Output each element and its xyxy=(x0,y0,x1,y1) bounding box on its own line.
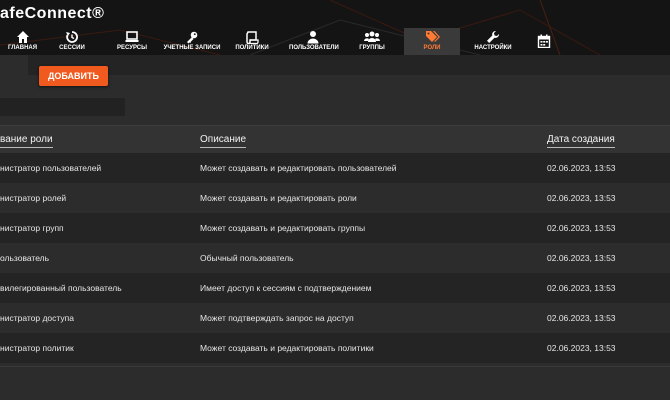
role-name-cell: нистратор групп xyxy=(0,223,64,233)
scroll-icon xyxy=(246,31,259,44)
column-header-description[interactable]: Описание xyxy=(200,134,247,148)
nav-label: роли xyxy=(423,45,441,51)
calendar-icon xyxy=(537,34,551,48)
role-created-cell: 02.06.2023, 13:53 xyxy=(547,343,616,353)
role-description-cell: Может создавать и редактировать роли xyxy=(200,193,357,203)
table-row[interactable]: нистратор пользователей Может создавать … xyxy=(0,153,670,183)
table-row[interactable]: нистратор групп Может создавать и редакт… xyxy=(0,213,670,243)
role-name-cell: нистратор доступа xyxy=(0,313,74,323)
table-row[interactable]: ользователь Обычный пользователь 02.06.2… xyxy=(0,243,670,273)
role-created-cell: 02.06.2023, 13:53 xyxy=(547,283,616,293)
key-icon xyxy=(187,31,198,44)
nav-label: сессии xyxy=(59,45,85,51)
nav-label: ресурсы xyxy=(116,45,148,51)
nav-item-home[interactable]: главная xyxy=(0,28,45,55)
monitor-icon xyxy=(125,31,139,42)
table-footer-divider xyxy=(0,366,670,367)
nav-label: главная xyxy=(7,45,38,51)
add-button[interactable]: ДОБАВИТЬ xyxy=(39,66,108,86)
table-row[interactable]: вилегированный пользователь Имеет доступ… xyxy=(0,273,670,303)
nav-item-calendar[interactable] xyxy=(534,28,554,55)
users-icon xyxy=(364,31,380,42)
role-name-cell: нистратор ролей xyxy=(0,193,67,203)
tags-icon xyxy=(425,31,440,42)
tab-roles[interactable] xyxy=(0,55,28,75)
role-name-cell: нистратор политик xyxy=(0,343,74,353)
nav-label: политики xyxy=(235,45,269,51)
user-icon xyxy=(307,31,319,44)
role-created-cell: 02.06.2023, 13:53 xyxy=(547,313,616,323)
table-row[interactable]: нистратор доступа Может подтверждать зап… xyxy=(0,303,670,333)
nav-label: пользователи xyxy=(289,45,339,51)
role-created-cell: 02.06.2023, 13:53 xyxy=(547,253,616,263)
home-icon xyxy=(16,31,29,43)
role-description-cell: Может создавать и редактировать группы xyxy=(200,223,366,233)
role-created-cell: 02.06.2023, 13:53 xyxy=(547,223,616,233)
role-name-cell: ользователь xyxy=(0,253,50,263)
role-name-cell: вилегированный пользователь xyxy=(0,283,122,293)
wrench-icon xyxy=(487,30,500,43)
role-created-cell: 02.06.2023, 13:53 xyxy=(547,193,616,203)
history-icon xyxy=(66,31,78,43)
nav-item-users[interactable]: пользователи xyxy=(289,28,339,55)
nav-item-policies[interactable]: политики xyxy=(232,28,272,55)
nav-label: учетные записи xyxy=(163,45,221,51)
nav-label: группы xyxy=(359,45,385,51)
nav-item-settings[interactable]: настройки xyxy=(473,28,513,55)
column-header-role-name[interactable]: вание роли xyxy=(0,134,53,148)
role-description-cell: Может подтверждать запрос на доступ xyxy=(200,313,354,323)
role-created-cell: 02.06.2023, 13:53 xyxy=(547,163,616,173)
role-description-cell: Обычный пользователь xyxy=(200,253,294,263)
role-description-cell: Может создавать и редактировать пользова… xyxy=(200,163,397,173)
table-header: вание роли Описание Дата создания xyxy=(0,125,670,154)
role-description-cell: Имеет доступ к сессиям с подтверждением xyxy=(200,283,372,293)
nav-label: настройки xyxy=(474,45,512,51)
table-row[interactable]: нистратор ролей Может создавать и редакт… xyxy=(0,183,670,213)
role-description-cell: Может создавать и редактировать политики xyxy=(200,343,374,353)
table-row[interactable]: нистратор политик Может создавать и реда… xyxy=(0,333,670,363)
nav-item-resources[interactable]: ресурсы xyxy=(110,28,154,55)
nav-item-sessions[interactable]: сессии xyxy=(52,28,92,55)
nav-item-roles[interactable]: роли xyxy=(404,28,460,55)
nav-item-groups[interactable]: группы xyxy=(355,28,389,55)
app-logo: afeConnect® xyxy=(0,5,105,22)
main-content: ДОБАВИТЬ вание роли Описание Дата создан… xyxy=(0,55,670,400)
search-input[interactable] xyxy=(0,98,125,116)
role-name-cell: нистратор пользователей xyxy=(0,163,102,173)
roles-table-body: нистратор пользователей Может создавать … xyxy=(0,153,670,363)
nav-item-accounts[interactable]: учетные записи xyxy=(163,28,221,55)
top-navigation-bar: afeConnect® главная сессии ресурсы xyxy=(0,0,670,55)
column-header-created[interactable]: Дата создания xyxy=(547,134,615,148)
